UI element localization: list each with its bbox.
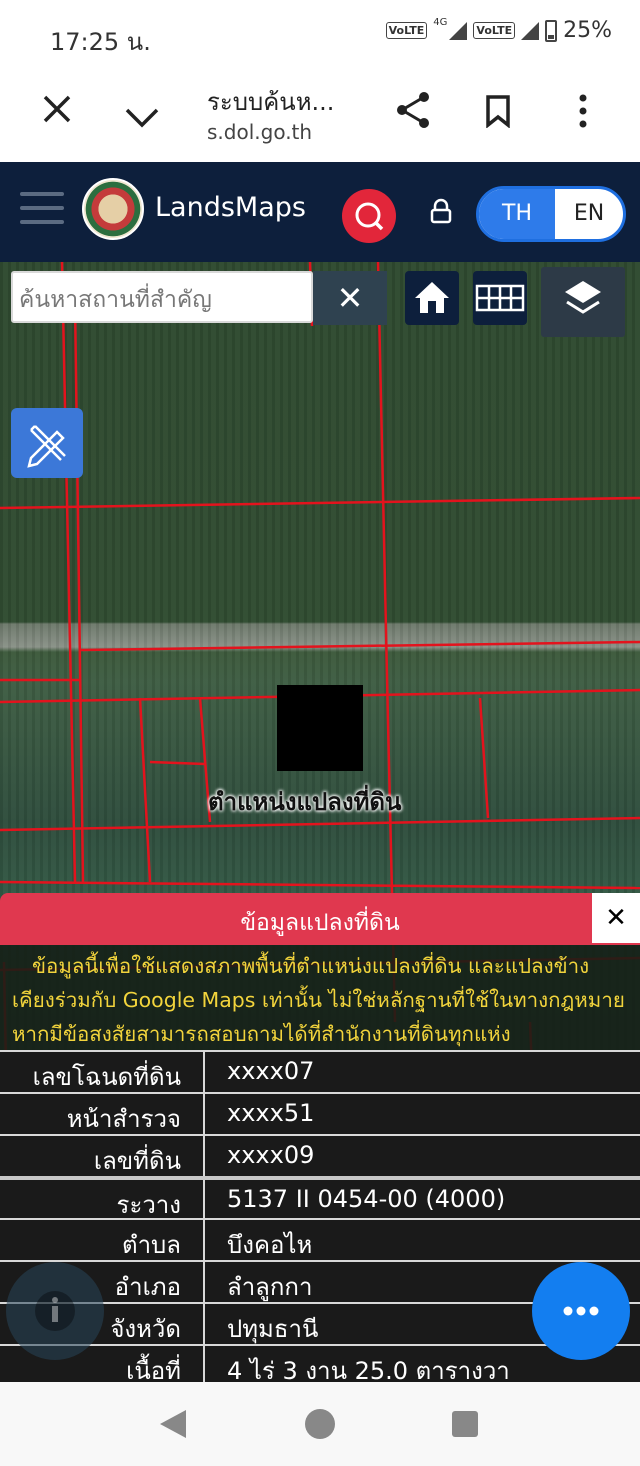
battery-level: 25% — [563, 18, 612, 43]
search-button[interactable] — [342, 189, 396, 243]
row-value: 5137 II 0454-00 (4000) — [227, 1185, 506, 1213]
home-nav-icon[interactable] — [305, 1409, 335, 1439]
more-vert-icon[interactable] — [578, 94, 588, 135]
more-actions-button[interactable] — [532, 1262, 630, 1360]
app-name: LandsMaps — [155, 192, 306, 223]
bookmark-icon[interactable] — [485, 94, 511, 135]
redacted-marker — [277, 685, 363, 771]
lock-icon[interactable] — [430, 198, 452, 224]
status-time: 17:25 น. — [50, 28, 151, 56]
chevron-down-icon[interactable] — [124, 100, 160, 136]
network-type: 4G — [433, 17, 448, 28]
status-bar: 17:25 น. VoLTE 4G VoLTE 25% — [0, 0, 640, 70]
row-value: xxxx09 — [227, 1141, 315, 1169]
status-indicators: VoLTE 4G VoLTE 25% — [385, 17, 612, 43]
volte-badge-2: VoLTE — [473, 22, 516, 39]
row-key: ตำบล — [0, 1220, 205, 1260]
volte-badge: VoLTE — [385, 22, 428, 39]
table-row: ตำบล บึงคอไห — [0, 1218, 640, 1260]
table-row: หน้าสำรวจ xxxx51 — [0, 1092, 640, 1134]
info-panel-title: ข้อมูลแปลงที่ดิน — [240, 910, 400, 936]
signal-icon-2 — [521, 21, 540, 40]
row-key: หน้าสำรวจ — [0, 1094, 205, 1134]
page-title[interactable]: ระบบค้นห... — [207, 82, 334, 121]
grid-button[interactable] — [473, 271, 527, 325]
battery-icon — [545, 19, 558, 42]
row-key: เลขโฉนดที่ดิน — [0, 1052, 205, 1092]
signal-icon — [449, 21, 468, 40]
language-toggle: TH EN — [476, 186, 626, 242]
row-key: ระวาง — [0, 1180, 205, 1219]
clear-search-button[interactable]: ✕ — [313, 271, 387, 325]
lang-th-button[interactable]: TH — [479, 189, 555, 239]
disclaimer-text: ข้อมูลนี้เพื่อใช้แสดงสภาพพื้นที่ตำแหน่งแ… — [0, 945, 640, 1050]
menu-icon[interactable] — [20, 192, 64, 228]
screen: 17:25 น. VoLTE 4G VoLTE 25% ระบบค้นห... … — [0, 0, 640, 1466]
department-seal-logo — [82, 178, 144, 240]
recents-icon[interactable] — [452, 1411, 478, 1437]
info-button[interactable] — [6, 1262, 104, 1360]
browser-toolbar: ระบบค้นห... s.dol.go.th — [0, 70, 640, 162]
row-value: xxxx07 — [227, 1057, 315, 1085]
share-icon[interactable] — [394, 90, 432, 137]
parcel-location-label: ตำแหน่งแปลงที่ดิน — [208, 788, 402, 816]
row-value: xxxx51 — [227, 1099, 315, 1127]
info-panel-header: ข้อมูลแปลงที่ดิน ✕ — [0, 893, 640, 945]
close-icon[interactable] — [42, 94, 72, 131]
app-header: LandsMaps TH EN — [0, 162, 640, 262]
place-search-input[interactable]: ค้นหาสถานที่สำคัญ — [11, 271, 313, 323]
layers-button[interactable] — [541, 267, 625, 337]
back-icon[interactable] — [160, 1410, 186, 1438]
close-panel-button[interactable]: ✕ — [592, 893, 640, 943]
info-icon — [35, 1291, 75, 1331]
draw-tool-button[interactable] — [11, 408, 83, 478]
home-icon — [415, 282, 449, 313]
more-horiz-icon — [563, 1306, 599, 1316]
ruler-pencil-icon — [27, 425, 66, 468]
lang-en-button[interactable]: EN — [555, 189, 623, 239]
home-button[interactable] — [405, 271, 459, 325]
grid-icon — [475, 284, 525, 312]
row-value: บึงคอไห — [227, 1231, 313, 1259]
system-nav-bar — [0, 1382, 640, 1466]
search-icon — [355, 202, 384, 231]
table-row: เลขโฉนดที่ดิน xxxx07 — [0, 1050, 640, 1092]
row-key: เลขที่ดิน — [0, 1136, 205, 1176]
page-url[interactable]: s.dol.go.th — [207, 120, 312, 144]
layers-icon — [565, 281, 601, 314]
table-row: ระวาง 5137 II 0454-00 (4000) — [0, 1176, 640, 1219]
table-row: เลขที่ดิน xxxx09 — [0, 1134, 640, 1176]
